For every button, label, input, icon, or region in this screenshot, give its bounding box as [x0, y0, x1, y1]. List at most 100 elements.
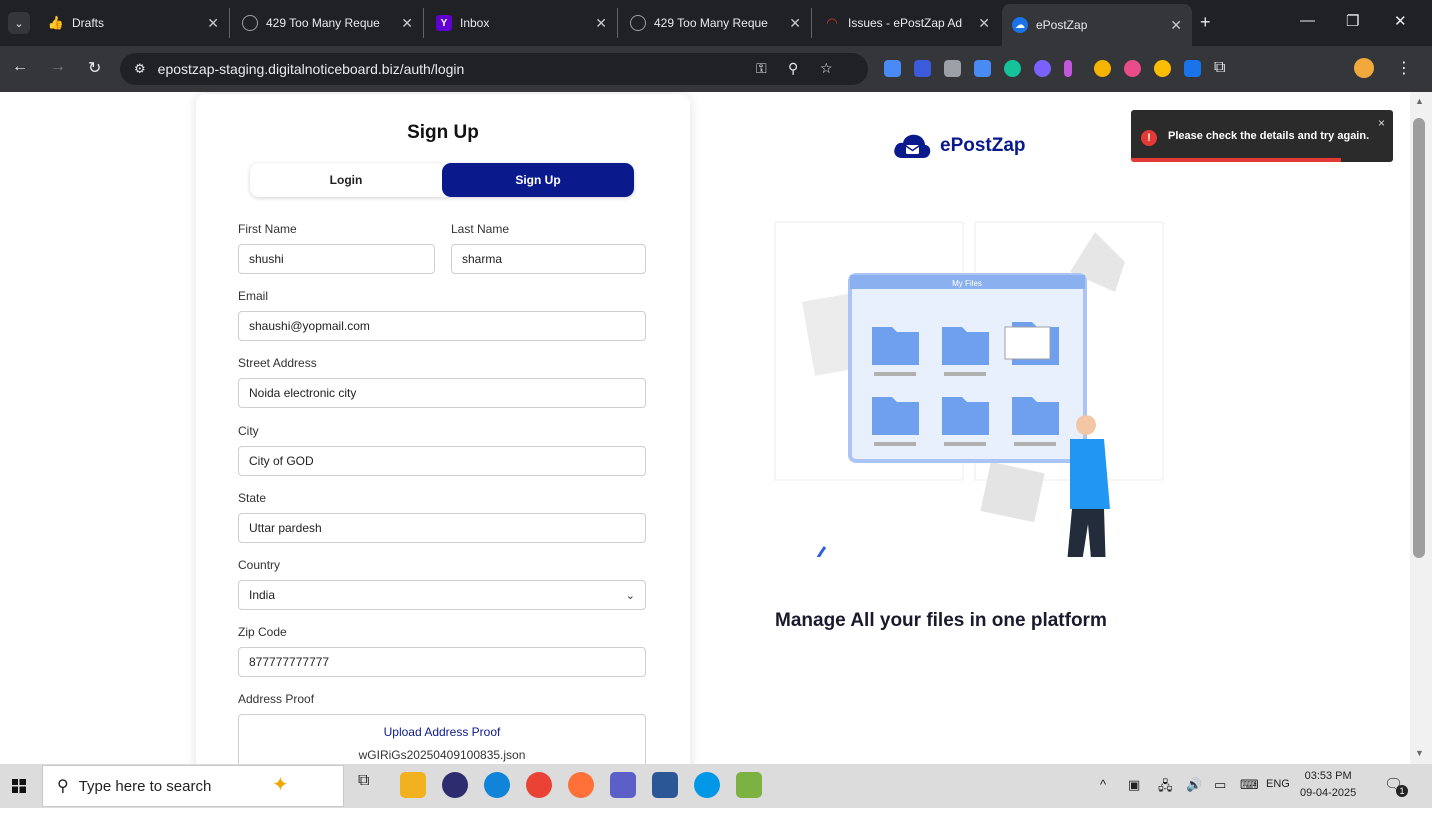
epostzap-favicon-icon: ☁ — [1012, 17, 1028, 33]
street-input[interactable]: Noida electronic city — [238, 378, 646, 408]
zip-input[interactable]: 877777777777 — [238, 647, 646, 677]
extension-swirl-icon[interactable] — [1094, 60, 1111, 77]
bottom-edge — [0, 808, 1432, 819]
bookmark-star-icon[interactable]: ☆ — [820, 60, 833, 77]
forward-icon[interactable]: → — [50, 58, 66, 76]
browser-tab-strip: ⌄ 👍 Drafts ✕ 429 Too Many Reque ✕ Y Inbo… — [0, 0, 1432, 46]
word-icon[interactable] — [652, 772, 678, 798]
extension-pen-icon[interactable] — [1064, 60, 1072, 77]
street-label: Street Address — [238, 356, 317, 370]
tab-epostzap[interactable]: ☁ ePostZap ✕ — [1002, 4, 1192, 46]
cloud-mail-icon — [894, 134, 931, 158]
last-name-label: Last Name — [451, 222, 510, 236]
skype-icon[interactable] — [694, 772, 720, 798]
network-icon[interactable]: 🖧 — [1158, 777, 1173, 799]
profile-avatar-icon[interactable] — [1354, 58, 1374, 78]
file-explorer-icon[interactable] — [400, 772, 426, 798]
firefox-icon[interactable] — [568, 772, 594, 798]
extension-capture-icon[interactable] — [944, 60, 961, 77]
email-label: Email — [238, 289, 269, 303]
tab-429-1[interactable]: 429 Too Many Reque ✕ — [232, 8, 424, 38]
extension-translate-icon[interactable] — [884, 60, 901, 77]
tray-app-icon[interactable]: ▣ — [1128, 777, 1140, 793]
scroll-down-icon[interactable]: ▼ — [1415, 748, 1424, 758]
tab-search-button[interactable]: ⌄ — [8, 12, 30, 34]
upload-address-proof-link[interactable]: Upload Address Proof — [239, 725, 645, 739]
notepad-icon[interactable] — [736, 772, 762, 798]
zoom-icon[interactable]: ⚲ — [788, 60, 798, 77]
new-tab-icon[interactable]: + — [1200, 12, 1211, 33]
battery-icon[interactable]: ▭ — [1214, 777, 1226, 793]
auth-tab-switch: Login Sign Up — [250, 163, 634, 197]
country-select[interactable]: India ⌄ — [238, 580, 646, 610]
extension-spark-icon[interactable] — [1034, 60, 1051, 77]
state-input[interactable]: Uttar pardesh — [238, 513, 646, 543]
chrome-icon[interactable] — [526, 772, 552, 798]
volume-icon[interactable]: 🔊 — [1186, 777, 1202, 793]
reload-icon[interactable]: ↻ — [88, 58, 101, 78]
input-language[interactable]: ENG — [1266, 778, 1290, 790]
minimize-icon[interactable]: — — [1300, 12, 1315, 29]
close-tab-icon[interactable]: ✕ — [1170, 17, 1182, 34]
close-tab-icon[interactable]: ✕ — [401, 15, 413, 32]
tab-inbox[interactable]: Y Inbox ✕ — [426, 8, 618, 38]
edge-icon[interactable] — [484, 772, 510, 798]
tab-429-2[interactable]: 429 Too Many Reque ✕ — [620, 8, 812, 38]
menu-kebab-icon[interactable]: ⋮ — [1396, 58, 1412, 78]
windows-start-icon[interactable] — [12, 779, 26, 793]
toast-message: Please check the details and try again. — [1168, 130, 1370, 142]
scrollbar-thumb[interactable] — [1413, 118, 1425, 558]
close-tab-icon[interactable]: ✕ — [595, 15, 607, 32]
extension-ring-icon[interactable] — [1124, 60, 1141, 77]
copilot-sparkle-icon[interactable]: ✦ — [272, 772, 298, 798]
extension-puzzle-blue-icon[interactable] — [1184, 60, 1201, 77]
close-tab-icon[interactable]: ✕ — [789, 15, 801, 32]
windows-taskbar: ⚲ Type here to search ✦ ⧉ ^ ▣ 🖧 🔊 ▭ ⌨ EN… — [0, 764, 1432, 808]
notification-count-badge: 1 — [1396, 785, 1408, 797]
address-bar[interactable]: ⚙ epostzap-staging.digitalnoticeboard.bi… — [120, 53, 868, 85]
close-tab-icon[interactable]: ✕ — [207, 15, 219, 32]
tab-login[interactable]: Login — [250, 163, 442, 197]
svg-text:My Files: My Files — [952, 279, 982, 288]
taskbar-search-box[interactable]: ⚲ Type here to search — [42, 765, 344, 807]
error-icon: ! — [1141, 130, 1157, 146]
page-scrollbar[interactable]: ▲ ▼ — [1410, 92, 1432, 764]
close-window-icon[interactable]: ✕ — [1394, 12, 1407, 30]
task-view-icon[interactable]: ⧉ — [358, 772, 384, 798]
address-proof-upload[interactable]: Upload Address Proof wGIRiGs202504091008… — [238, 714, 646, 764]
form-title: Sign Up — [407, 122, 479, 143]
taskbar-search-placeholder: Type here to search — [78, 777, 212, 795]
tab-drafts[interactable]: 👍 Drafts ✕ — [38, 8, 230, 38]
clock-time: 03:53 PM — [1304, 770, 1352, 782]
restore-icon[interactable]: ❐ — [1346, 12, 1359, 30]
extension-screen-icon[interactable] — [914, 60, 931, 77]
globe-icon — [630, 15, 646, 31]
tab-signup[interactable]: Sign Up — [442, 163, 634, 197]
clock-date: 09-04-2025 — [1300, 787, 1357, 799]
tab-issues[interactable]: ◠ Issues - ePostZap Ad ✕ — [814, 8, 1000, 38]
teams-icon[interactable] — [610, 772, 636, 798]
taskbar-clock[interactable]: 03:53 PM 09-04-2025 — [1300, 768, 1356, 802]
drafts-favicon-icon: 👍 — [47, 15, 65, 30]
language-bar-icon[interactable]: ⌨ — [1240, 777, 1259, 793]
close-tab-icon[interactable]: ✕ — [978, 15, 990, 32]
toast-progress-bar — [1131, 158, 1341, 162]
zip-label: Zip Code — [238, 625, 287, 639]
toast-close-icon[interactable]: × — [1378, 116, 1385, 130]
last-name-input[interactable]: sharma — [451, 244, 646, 274]
site-info-icon[interactable]: ⚙ — [134, 61, 146, 77]
eclipse-icon[interactable] — [442, 772, 468, 798]
grammarly-icon[interactable] — [1004, 60, 1021, 77]
extensions-puzzle-icon[interactable]: ⧉ — [1214, 59, 1225, 77]
search-icon: ⚲ — [57, 778, 69, 795]
scroll-up-icon[interactable]: ▲ — [1415, 96, 1424, 106]
tray-chevron-up-icon[interactable]: ^ — [1100, 777, 1106, 792]
key-icon[interactable]: ⚿ — [756, 60, 767, 77]
first-name-input[interactable]: shushi — [238, 244, 435, 274]
country-label: Country — [238, 558, 281, 572]
email-input[interactable]: shaushi@yopmail.com — [238, 311, 646, 341]
city-input[interactable]: City of GOD — [238, 446, 646, 476]
extension-face-icon[interactable] — [1154, 60, 1171, 77]
extension-fi-icon[interactable] — [974, 60, 991, 77]
back-icon[interactable]: ← — [12, 58, 28, 76]
